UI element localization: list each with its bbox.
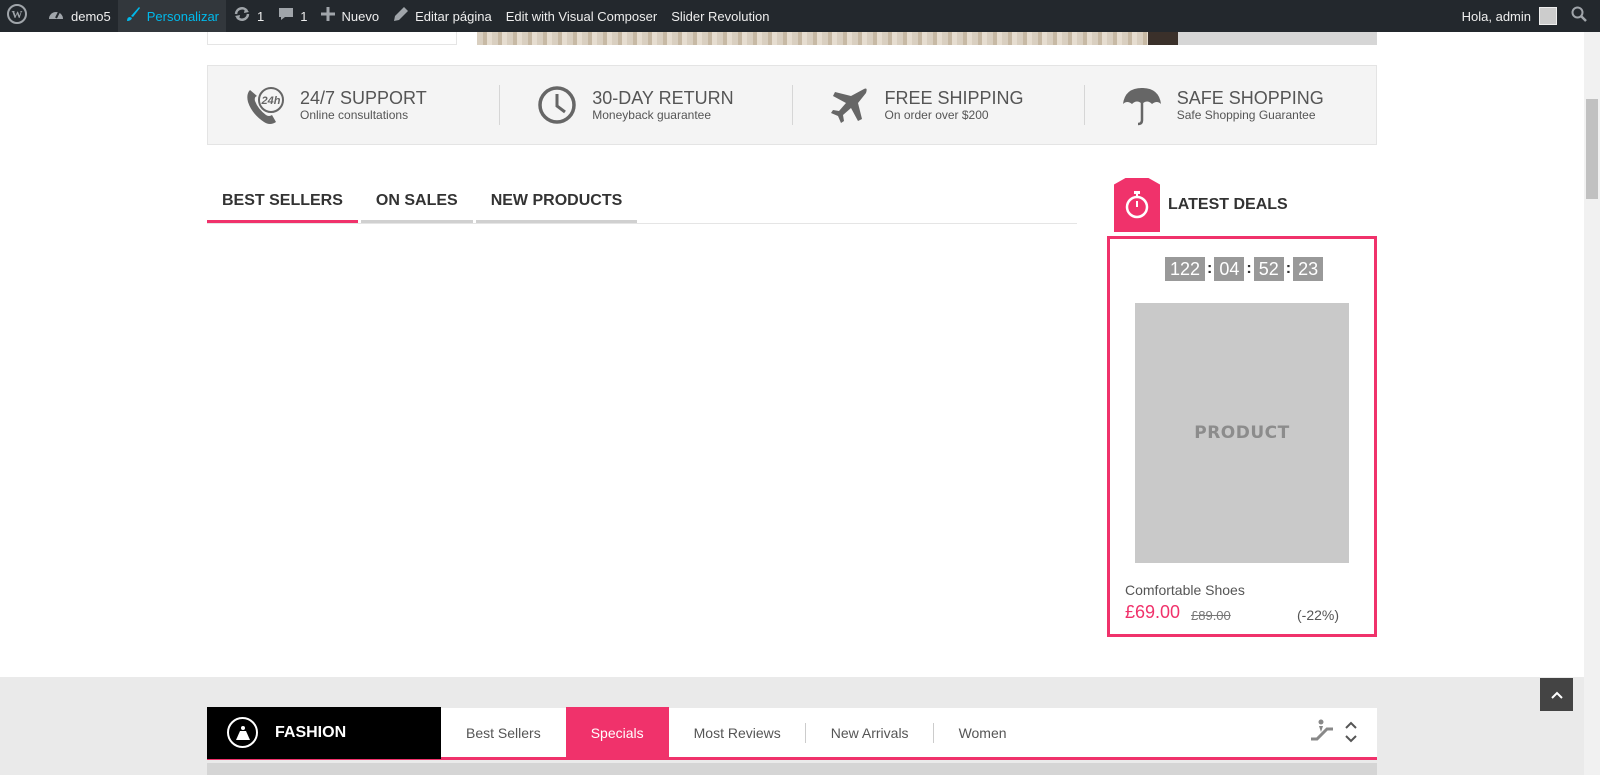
wordpress-icon: W — [7, 4, 27, 28]
dashboard-icon — [47, 6, 65, 26]
service-title: 30-DAY RETURN — [592, 88, 734, 108]
service-title: SAFE SHOPPING — [1176, 88, 1324, 108]
countdown-hours: 04 — [1214, 257, 1245, 281]
latest-deals-header: LATEST DEALS — [1114, 178, 1288, 232]
tab-best-sellers[interactable]: BEST SELLERS — [207, 182, 358, 223]
fashion-tab-specials[interactable]: Specials — [565, 706, 669, 759]
fashion-controls — [1309, 719, 1377, 747]
admin-bar: W demo5 Personalizar 1 1 Nuevo Editar pá… — [0, 0, 1600, 32]
stopwatch-icon — [1114, 178, 1160, 232]
services-bar: 24h 24/7 SUPPORT Online consultations 30… — [207, 65, 1377, 145]
customize-link[interactable]: Personalizar — [117, 0, 227, 32]
countdown-days: 122 — [1165, 257, 1206, 281]
clock-icon — [535, 83, 579, 127]
avatar — [1539, 7, 1557, 25]
hero-banner-edge — [1148, 32, 1178, 45]
page-scrollbar[interactable] — [1584, 32, 1600, 775]
chevron-up-icon[interactable] — [1345, 719, 1357, 733]
svg-text:24h: 24h — [261, 95, 281, 107]
search-icon — [1571, 6, 1587, 26]
edit-page-label: Editar página — [415, 8, 492, 24]
umbrella-icon — [1120, 83, 1164, 127]
deal-product-name[interactable]: Comfortable Shoes — [1125, 582, 1245, 598]
new-content-link[interactable]: Nuevo — [314, 0, 386, 32]
service-support: 24h 24/7 SUPPORT Online consultations — [208, 83, 501, 127]
customize-label: Personalizar — [146, 8, 220, 24]
countdown-minutes: 52 — [1253, 257, 1284, 281]
24h-phone-icon: 24h — [243, 83, 287, 127]
service-subtitle: On order over $200 — [884, 108, 989, 122]
product-tabs: BEST SELLERS ON SALES NEW PRODUCTS — [207, 182, 1077, 224]
slider-revolution-label: Slider Revolution — [671, 8, 770, 24]
deal-countdown: 122 : 04 : 52 : 23 — [1165, 257, 1324, 281]
service-safe: SAFE SHOPPING Safe Shopping Guarantee — [1085, 83, 1376, 127]
wordpress-menu[interactable]: W — [0, 0, 40, 32]
page-content: 24h 24/7 SUPPORT Online consultations 30… — [0, 32, 1584, 775]
updates-count: 1 — [257, 8, 265, 24]
plus-icon — [321, 7, 336, 25]
service-return: 30-DAY RETURN Moneyback guarantee — [500, 83, 793, 127]
scrollbar-thumb[interactable] — [1586, 99, 1598, 199]
tab-on-sales[interactable]: ON SALES — [360, 182, 473, 223]
edit-page-link[interactable]: Editar página — [386, 0, 499, 32]
fashion-tab-best-sellers[interactable]: Best Sellers — [441, 707, 566, 759]
service-subtitle: Online consultations — [300, 108, 409, 122]
dress-icon — [227, 717, 258, 748]
latest-deals-box: 122 : 04 : 52 : 23 PRODUCT Comfortable S… — [1107, 236, 1377, 637]
chevron-up-icon — [1550, 687, 1563, 703]
site-name-link[interactable]: demo5 — [40, 0, 118, 32]
my-account-menu[interactable]: Hola, admin — [1455, 0, 1564, 32]
service-subtitle: Safe Shopping Guarantee — [1176, 108, 1316, 122]
service-title: FREE SHIPPING — [884, 88, 1024, 108]
new-content-label: Nuevo — [341, 8, 380, 24]
escalator-icon — [1309, 719, 1335, 746]
product-placeholder-label: PRODUCT — [1194, 423, 1290, 443]
comments-link[interactable]: 1 — [271, 0, 314, 32]
fashion-tab-new-arrivals[interactable]: New Arrivals — [806, 707, 934, 759]
hero-banner-image — [477, 32, 1177, 45]
search-button[interactable] — [1564, 0, 1600, 32]
fashion-tab-most-reviews[interactable]: Most Reviews — [669, 707, 806, 759]
pencil-icon — [393, 6, 409, 26]
latest-deals-title: LATEST DEALS — [1168, 196, 1288, 213]
updates-link[interactable]: 1 — [226, 0, 271, 32]
fashion-title: FASHION — [275, 723, 347, 741]
site-name-label: demo5 — [71, 8, 111, 24]
deal-product-price: £69.00 — [1125, 602, 1181, 622]
deal-product-image[interactable]: PRODUCT — [1135, 303, 1349, 563]
slider-revolution-link[interactable]: Slider Revolution — [664, 0, 776, 32]
countdown-seconds: 23 — [1293, 257, 1324, 281]
brush-icon — [125, 6, 141, 26]
fashion-heading: FASHION — [207, 706, 441, 759]
comments-count: 1 — [300, 8, 308, 24]
greeting-label: Hola, admin — [1461, 8, 1531, 24]
visual-composer-label: Edit with Visual Composer — [505, 8, 658, 24]
service-subtitle: Moneyback guarantee — [592, 108, 711, 122]
back-to-top-button[interactable] — [1540, 678, 1573, 711]
hero-sidebar-box — [207, 32, 457, 45]
svg-text:W: W — [12, 9, 23, 21]
tab-new-products[interactable]: NEW PRODUCTS — [475, 182, 638, 223]
fashion-nav-arrows — [1345, 719, 1357, 747]
deal-product-old-price: £89.00 — [1191, 608, 1231, 623]
comment-icon — [278, 6, 294, 26]
fashion-tab-women[interactable]: Women — [934, 707, 1032, 759]
service-shipping: FREE SHIPPING On order over $200 — [793, 85, 1085, 125]
fashion-content-strip — [207, 763, 1377, 775]
deal-discount: (-22%) — [1297, 607, 1340, 623]
chevron-down-icon[interactable] — [1345, 733, 1357, 747]
visual-composer-link[interactable]: Edit with Visual Composer — [499, 0, 665, 32]
updates-icon — [233, 6, 251, 26]
service-title: 24/7 SUPPORT — [300, 88, 427, 108]
hero-side-banner — [1178, 32, 1377, 45]
fashion-category-bar: FASHION Best Sellers Specials Most Revie… — [207, 706, 1377, 760]
airplane-icon — [828, 83, 872, 127]
